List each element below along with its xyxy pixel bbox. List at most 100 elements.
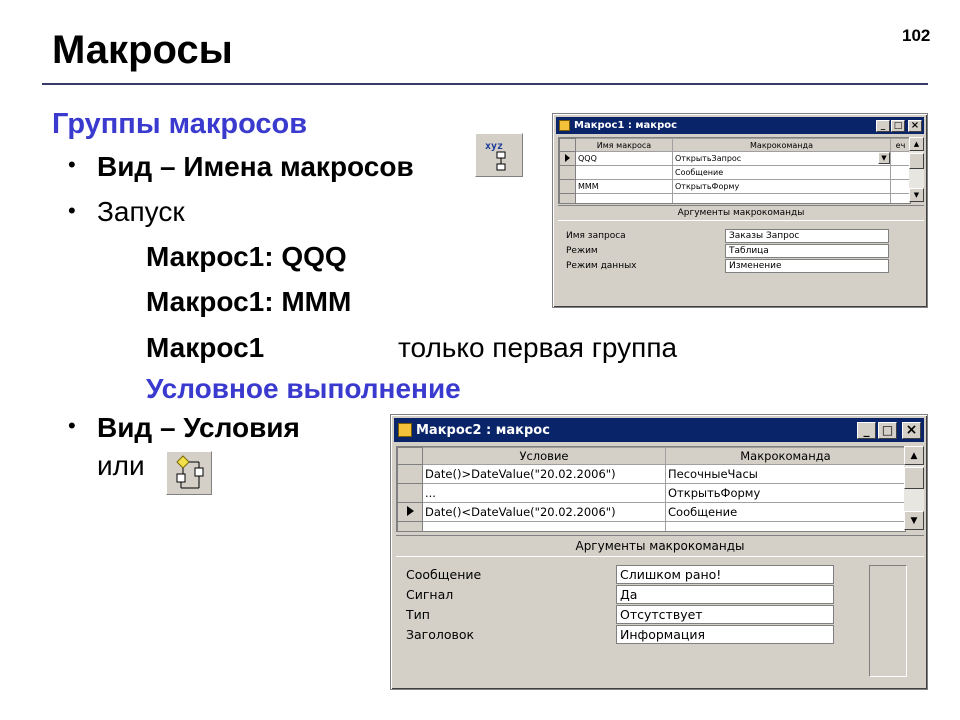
svg-text:xyz: xyz xyxy=(485,141,503,152)
column-header-macro-name[interactable]: Имя макроса xyxy=(575,138,673,152)
row-selector[interactable] xyxy=(397,464,423,484)
table-row[interactable]: QQQ ОткрытьЗапрос ▼ xyxy=(559,151,910,166)
run-line-mmm: Макрос1: MMM xyxy=(146,286,352,317)
table-row[interactable]: Date()<DateValue("20.02.2006") Сообщение xyxy=(397,502,905,522)
column-header-action[interactable]: Макрокоманда xyxy=(665,447,905,465)
row-selector[interactable] xyxy=(559,193,576,203)
action-cell[interactable] xyxy=(665,521,905,531)
action-cell[interactable]: ОткрытьФорму xyxy=(672,179,891,194)
scroll-thumb[interactable] xyxy=(904,467,924,489)
conditional-heading: Условное выполнение xyxy=(146,373,461,404)
close-button[interactable]: × xyxy=(908,119,922,132)
maximize-button[interactable]: □ xyxy=(878,421,897,439)
param-value-field[interactable]: Информация xyxy=(616,625,834,644)
action-cell[interactable] xyxy=(672,193,891,203)
current-row-arrow-icon xyxy=(565,153,570,162)
action-cell[interactable]: ПесочныеЧасы xyxy=(665,464,905,484)
slide-title: Макросы xyxy=(52,28,233,72)
title-divider xyxy=(42,83,928,85)
scroll-up-icon[interactable]: ▲ xyxy=(909,137,924,151)
argument-help-panel xyxy=(869,565,907,677)
macro-names-icon[interactable]: xyz xyxy=(475,133,523,177)
macro1-title-bar[interactable]: Макрос1 : макрос _ □ × xyxy=(556,117,924,134)
note-cell[interactable] xyxy=(890,165,910,180)
conditions-icon[interactable] xyxy=(166,451,212,495)
row-selector-header xyxy=(559,138,576,152)
condition-cell[interactable]: Date()>DateValue("20.02.2006") xyxy=(422,464,666,484)
macro1-vertical-scrollbar[interactable]: ▲ ▼ xyxy=(909,137,924,202)
bullet-marker: • xyxy=(68,152,76,177)
param-value-field[interactable]: Слишком рано! xyxy=(616,565,834,584)
row-selector[interactable] xyxy=(559,179,576,194)
minimize-button[interactable]: _ xyxy=(876,119,890,132)
param-label: Заголовок xyxy=(406,627,475,642)
param-label: Режим xyxy=(566,246,598,256)
scroll-up-icon[interactable]: ▲ xyxy=(904,446,924,465)
table-row[interactable] xyxy=(397,521,905,531)
condition-cell[interactable]: Date()<DateValue("20.02.2006") xyxy=(422,502,666,522)
first-group-note: только первая группа xyxy=(398,332,678,363)
macro-window-icon xyxy=(559,120,570,131)
param-label: Сообщение xyxy=(406,567,482,582)
param-label: Режим данных xyxy=(566,261,637,271)
macro-name-cell[interactable]: MMM xyxy=(575,179,673,194)
column-header-condition[interactable]: Условие xyxy=(422,447,666,465)
note-cell[interactable] xyxy=(890,151,910,166)
table-row[interactable]: Date()>DateValue("20.02.2006") ПесочныеЧ… xyxy=(397,464,905,484)
action-cell[interactable]: ОткрытьФорму xyxy=(665,483,905,503)
row-selector[interactable] xyxy=(397,521,423,531)
row-selector[interactable] xyxy=(397,502,423,522)
macro2-window[interactable]: Макрос2 : макрос _ □ × Условие Макрокома… xyxy=(390,414,928,690)
bullet-marker: • xyxy=(68,413,76,438)
macro-name-cell[interactable] xyxy=(575,193,673,203)
param-value-field[interactable]: Таблица xyxy=(725,244,889,258)
chevron-down-icon[interactable]: ▼ xyxy=(878,152,890,164)
current-row-arrow-icon xyxy=(406,506,414,516)
action-cell[interactable]: ОткрытьЗапрос ▼ xyxy=(672,151,891,166)
condition-cell[interactable] xyxy=(422,521,666,531)
note-cell[interactable] xyxy=(890,179,910,194)
action-cell[interactable]: Сообщение xyxy=(665,502,905,522)
param-label: Тип xyxy=(406,607,430,622)
macro1-args-header: Аргументы макрокоманды xyxy=(558,205,924,221)
param-value-field[interactable]: Да xyxy=(616,585,834,604)
or-text: или xyxy=(97,450,145,481)
run-line-macro1: Макрос1 xyxy=(146,332,265,363)
maximize-button[interactable]: □ xyxy=(891,119,905,132)
table-row[interactable] xyxy=(559,193,910,203)
macro2-vertical-scrollbar[interactable]: ▲ ▼ xyxy=(904,446,924,530)
row-selector[interactable] xyxy=(397,483,423,503)
note-cell[interactable] xyxy=(890,193,910,203)
row-selector[interactable] xyxy=(559,151,576,166)
action-cell[interactable]: Сообщение xyxy=(672,165,891,180)
param-value-field[interactable]: Заказы Запрос xyxy=(725,229,889,243)
table-row[interactable]: ... ОткрытьФорму xyxy=(397,483,905,503)
column-header-action[interactable]: Макрокоманда xyxy=(672,138,891,152)
scroll-down-icon[interactable]: ▼ xyxy=(909,188,924,202)
table-row[interactable]: Сообщение xyxy=(559,165,910,180)
row-selector[interactable] xyxy=(559,165,576,180)
macro2-args-header: Аргументы макрокоманды xyxy=(396,535,924,557)
macro-name-cell[interactable] xyxy=(575,165,673,180)
macro-name-cell[interactable]: QQQ xyxy=(575,151,673,166)
close-button[interactable]: × xyxy=(902,421,921,439)
param-label: Сигнал xyxy=(406,587,454,602)
scroll-thumb[interactable] xyxy=(909,153,924,169)
macro1-window[interactable]: Макрос1 : макрос _ □ × Имя макроса Макро… xyxy=(552,113,928,308)
macro2-grid[interactable]: Условие Макрокоманда Date()>DateValue("2… xyxy=(396,446,906,532)
section-heading: Группы макросов xyxy=(52,108,308,140)
row-selector-header xyxy=(397,447,423,465)
minimize-button[interactable]: _ xyxy=(857,421,876,439)
param-value-field[interactable]: Изменение xyxy=(725,259,889,273)
macro1-grid[interactable]: Имя макроса Макрокоманда еч QQQ ОткрытьЗ… xyxy=(558,137,911,204)
param-value-field[interactable]: Отсутствует xyxy=(616,605,834,624)
macro1-title: Макрос1 : макрос xyxy=(574,120,678,131)
macro-window-icon xyxy=(398,423,412,437)
column-header-note[interactable]: еч xyxy=(890,138,910,152)
param-label: Имя запроса xyxy=(566,231,626,241)
macro2-title-bar[interactable]: Макрос2 : макрос _ □ × xyxy=(394,418,924,442)
condition-cell[interactable]: ... xyxy=(422,483,666,503)
bullet-launch: Запуск xyxy=(97,196,185,227)
scroll-down-icon[interactable]: ▼ xyxy=(904,511,924,530)
table-row[interactable]: MMM ОткрытьФорму xyxy=(559,179,910,194)
